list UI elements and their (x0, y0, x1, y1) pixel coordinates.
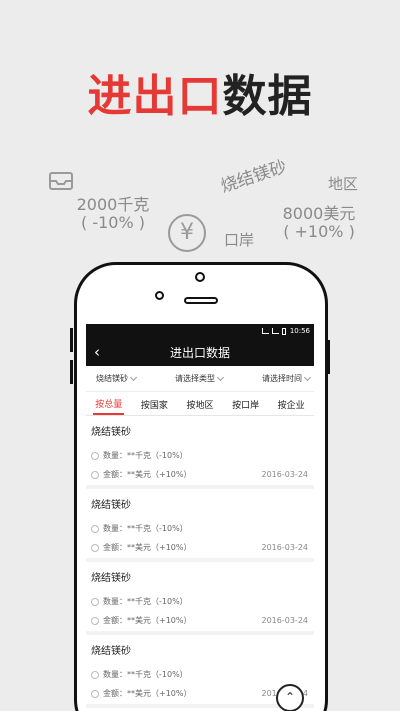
weight-icon (91, 597, 99, 606)
item-title: 烧结镁砂 (91, 573, 131, 584)
status-bar: 10:56 (86, 324, 314, 338)
app-screen: 10:56 ‹ 进出口数据 烧结镁砂 请选择类型 请选择时间 按总量 按国家 按… (86, 324, 314, 711)
status-time: 10:56 (289, 327, 310, 335)
money-icon (91, 543, 99, 552)
money-icon (91, 470, 99, 479)
item-amount: 金额：**美元（+10%） (103, 470, 192, 479)
tab-port[interactable]: 按口岸 (230, 394, 261, 414)
item-qty: 数量：**千克（-10%） (103, 597, 188, 606)
item-date: 2016-03-24 (261, 470, 309, 479)
record-list: 烧结镁砂 数量：**千克（-10%） 金额：**美元（+10%） 2016-03-… (86, 416, 314, 708)
filter-time-label: 请选择时间 (262, 374, 302, 383)
headline-part1: 进出口 (87, 71, 223, 122)
weight-icon (91, 451, 99, 460)
item-qty: 数量：**千克（-10%） (103, 451, 188, 460)
floating-region: 地区 (328, 175, 359, 193)
phone-button-left-2 (70, 360, 73, 384)
phone-speaker (184, 297, 218, 304)
item-amount: 金额：**美元（+10%） (103, 543, 192, 552)
filter-time[interactable]: 请选择时间 (262, 373, 312, 384)
weight-icon (91, 524, 99, 533)
floating-usd: 8000美元 ( +10% ) (282, 204, 356, 242)
item-title: 烧结镁砂 (91, 427, 131, 438)
scroll-top-button[interactable]: ⌃ (276, 684, 304, 711)
list-item[interactable]: 烧结镁砂 数量：**千克（-10%） 金额：**美元（+10%） 2016-03-… (86, 416, 314, 489)
tab-bar: 按总量 按国家 按地区 按口岸 按企业 (86, 392, 314, 416)
money-icon (91, 689, 99, 698)
phone-sensor (155, 291, 164, 300)
chevron-down-icon (303, 373, 312, 381)
phone-camera (195, 272, 205, 282)
back-icon[interactable]: ‹ (94, 344, 110, 360)
filter-bar: 烧结镁砂 请选择类型 请选择时间 (86, 366, 314, 392)
tab-company[interactable]: 按企业 (276, 394, 307, 414)
filter-type[interactable]: 请选择类型 (175, 373, 225, 384)
filter-type-label: 请选择类型 (175, 374, 215, 383)
tab-country[interactable]: 按国家 (139, 394, 170, 414)
wifi-icon (261, 328, 269, 334)
chevron-down-icon (129, 373, 138, 381)
chevron-up-icon: ⌃ (284, 690, 296, 704)
page-title: 进出口数据 (169, 345, 230, 360)
item-qty: 数量：**千克（-10%） (103, 670, 188, 679)
item-amount: 金额：**美元（+10%） (103, 616, 192, 625)
battery-icon (281, 327, 286, 335)
phone-button-left (70, 328, 73, 352)
inbox-icon (48, 170, 74, 192)
signal-icon (271, 328, 279, 334)
floating-qty: 2000千克 ( -10% ) (76, 195, 150, 233)
item-date: 2016-03-24 (261, 616, 309, 625)
title-bar: ‹ 进出口数据 (86, 338, 314, 366)
floating-port: 口岸 (224, 231, 255, 249)
weight-icon (91, 670, 99, 679)
list-item[interactable]: 烧结镁砂 数量：**千克（-10%） 金额：**美元（+10%） 2016-03-… (86, 489, 314, 562)
item-date: 2016-03-24 (261, 543, 309, 552)
status-icons (261, 327, 286, 335)
yen-icon: ¥ (168, 214, 206, 252)
filter-product[interactable]: 烧结镁砂 (96, 373, 138, 384)
tab-region[interactable]: 按地区 (184, 394, 215, 414)
money-icon (91, 616, 99, 625)
floating-sinter: 烧结镁砂 (218, 157, 290, 198)
filter-product-label: 烧结镁砂 (96, 374, 128, 383)
headline-part2: 数据 (222, 71, 313, 122)
item-title: 烧结镁砂 (91, 500, 131, 511)
tab-total[interactable]: 按总量 (93, 393, 125, 415)
phone-button-right (327, 340, 330, 374)
item-amount: 金额：**美元（+10%） (103, 689, 192, 698)
item-title: 烧结镁砂 (91, 646, 131, 657)
list-item[interactable]: 烧结镁砂 数量：**千克（-10%） 金额：**美元（+10%） 2016-03-… (86, 562, 314, 635)
chevron-down-icon (216, 373, 225, 381)
headline: 进出口数据 (0, 60, 400, 124)
item-qty: 数量：**千克（-10%） (103, 524, 188, 533)
